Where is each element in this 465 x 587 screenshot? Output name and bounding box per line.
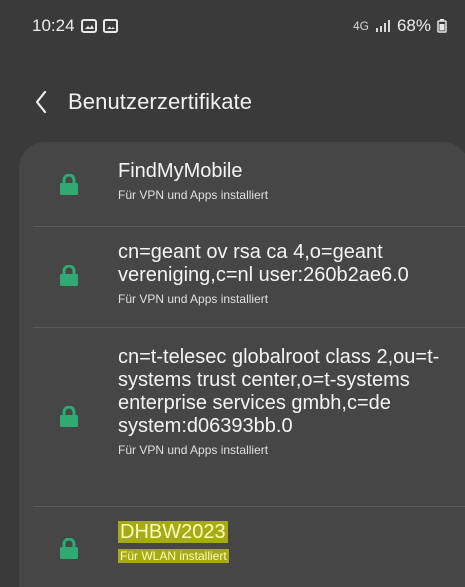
app-bar: Benutzerzertifikate: [0, 74, 465, 130]
certificate-title: cn=t-telesec globalroot class 2,ou=t-sys…: [118, 346, 440, 437]
certificate-list: FindMyMobile Für VPN und Apps installier…: [19, 142, 465, 587]
certificate-text: cn=geant ov rsa ca 4,o=geant vereniging,…: [118, 241, 451, 307]
status-time: 10:24: [32, 16, 75, 35]
back-button[interactable]: [34, 82, 68, 122]
gallery-notification-icon: [80, 19, 97, 33]
certificate-text: FindMyMobile Für VPN und Apps installier…: [118, 160, 451, 203]
lock-icon: [60, 265, 78, 286]
certificate-subtitle: Für VPN und Apps installiert: [118, 443, 269, 457]
highlighted-title: DHBW2023: [118, 521, 228, 543]
certificate-item-geant[interactable]: cn=geant ov rsa ca 4,o=geant vereniging,…: [19, 227, 465, 327]
certificate-subtitle: Für VPN und Apps installiert: [118, 292, 269, 306]
certificate-subtitle: Für WLAN installiert: [118, 548, 451, 564]
chevron-left-icon: [35, 90, 47, 114]
page-title: Benutzerzertifikate: [68, 89, 253, 114]
certificate-subtitle: Für VPN und Apps installiert: [118, 188, 269, 202]
certificate-title: DHBW2023: [118, 521, 451, 544]
battery-icon: [437, 19, 447, 33]
screen: 10:24 4G 68% Benutzerzertifikate FindMyM…: [0, 0, 465, 587]
status-right: 4G 68%: [353, 16, 447, 36]
lock-icon: [60, 538, 78, 559]
certificate-title: cn=geant ov rsa ca 4,o=geant vereniging,…: [118, 241, 409, 286]
lock-icon: [60, 406, 78, 427]
certificate-title: FindMyMobile: [118, 160, 243, 182]
network-type-label: 4G: [352, 19, 369, 33]
certificate-item-findmymobile[interactable]: FindMyMobile Für VPN und Apps installier…: [19, 142, 465, 226]
certificate-item-telesec[interactable]: cn=t-telesec globalroot class 2,ou=t-sys…: [19, 328, 465, 505]
certificate-item-dhbw2023[interactable]: DHBW2023 Für WLAN installiert: [19, 507, 465, 587]
certificate-text: cn=t-telesec globalroot class 2,ou=t-sys…: [118, 346, 451, 458]
status-left: 10:24: [32, 16, 118, 36]
image-notification-icon: [102, 19, 118, 33]
certificate-text: DHBW2023 Für WLAN installiert: [118, 521, 451, 564]
signal-icon: [375, 19, 391, 33]
lock-icon: [60, 174, 78, 195]
status-bar: 10:24 4G 68%: [0, 0, 465, 52]
highlighted-subtitle: Für WLAN installiert: [118, 549, 229, 563]
battery-percentage: 68%: [396, 16, 431, 35]
